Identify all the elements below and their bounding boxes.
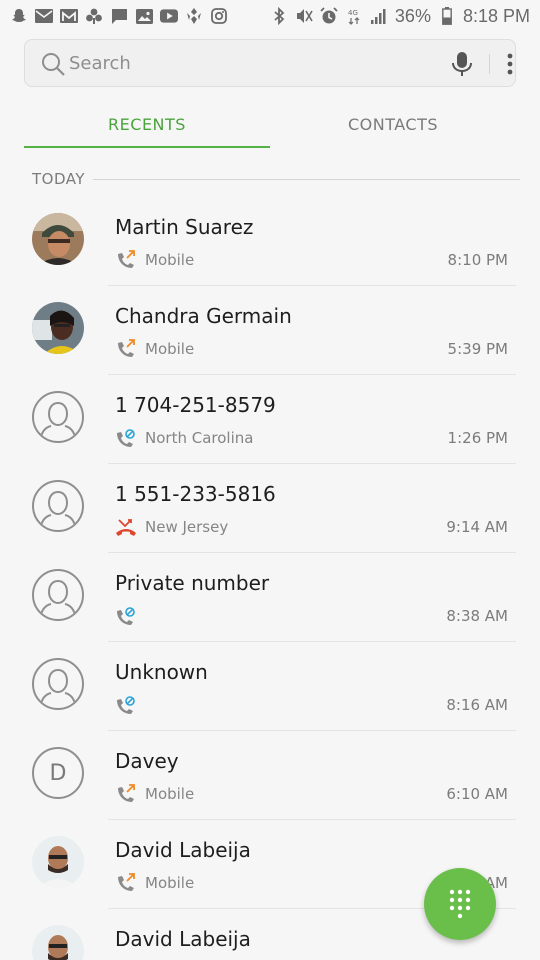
- person-placeholder-icon: [40, 490, 76, 526]
- notification-icons: [10, 7, 228, 25]
- search-bar[interactable]: [24, 39, 516, 87]
- contact-name: Davey: [115, 749, 179, 773]
- call-details: North Carolina: [115, 428, 253, 448]
- call-details: Mobile: [115, 250, 194, 270]
- app-icon: [85, 7, 103, 25]
- number-label: New Jersey: [145, 518, 229, 536]
- blocked-call-icon: [115, 606, 137, 626]
- outgoing-call-icon: [115, 873, 137, 893]
- bluetooth-icon: [270, 7, 288, 25]
- tab-recents[interactable]: RECENTS: [24, 100, 270, 148]
- call-time: 9:14 AM: [446, 518, 508, 536]
- section-divider: [93, 178, 520, 180]
- contact-name: Chandra Germain: [115, 304, 292, 328]
- outgoing-call-icon: [115, 339, 137, 359]
- call-details: Mobile: [115, 873, 194, 893]
- call-log-row[interactable]: Unknown 8:16 AM: [0, 642, 540, 731]
- call-details: New Jersey: [115, 517, 228, 537]
- missed-call-icon: [115, 517, 137, 537]
- search-divider: [489, 54, 490, 74]
- contact-name: David Labeija: [115, 838, 251, 862]
- call-details: Mobile: [115, 784, 194, 804]
- call-log-row[interactable]: Private number 8:38 AM: [0, 553, 540, 642]
- number-label: Mobile: [145, 340, 195, 358]
- call-time: 8:38 AM: [446, 607, 508, 625]
- battery-icon: [438, 7, 456, 25]
- call-time: 1:26 PM: [447, 429, 508, 447]
- contact-name: David Labeija: [115, 927, 251, 951]
- number-label: North Carolina: [145, 429, 254, 447]
- battery-percent: 36%: [394, 5, 431, 26]
- call-details: [115, 606, 145, 626]
- section-header-today: TODAY: [32, 168, 520, 190]
- call-details: Mobile: [115, 339, 194, 359]
- avatar: [32, 302, 84, 354]
- contact-name: 1 551-233-5816: [115, 482, 276, 506]
- email-icon: [35, 7, 53, 25]
- call-log-row[interactable]: 1 551-233-5816 New Jersey 9:14 AM: [0, 464, 540, 553]
- 4g-icon: 4G: [345, 7, 363, 25]
- tab-bar: RECENTS CONTACTS: [24, 100, 516, 148]
- dialpad-icon: [449, 889, 471, 919]
- number-label: Mobile: [145, 874, 195, 892]
- outgoing-call-icon: [115, 250, 137, 270]
- microphone-icon[interactable]: [450, 51, 474, 81]
- more-options-icon[interactable]: [505, 52, 515, 80]
- signal-icon: [370, 7, 388, 25]
- status-bar: 4G 36% 8:18 PM: [0, 0, 540, 32]
- call-time: 5:39 PM: [447, 340, 508, 358]
- call-log-row[interactable]: 1 704-251-8579 North Carolina 1:26 PM: [0, 375, 540, 464]
- person-placeholder-icon: [40, 579, 76, 615]
- contact-name: 1 704-251-8579: [115, 393, 276, 417]
- clock: 8:18 PM: [462, 5, 530, 26]
- alarm-icon: [320, 7, 338, 25]
- call-time: 8:10 PM: [447, 251, 508, 269]
- leaf-icon: [185, 7, 203, 25]
- avatar: [32, 569, 84, 621]
- instagram-icon: [210, 7, 228, 25]
- contact-name: Martin Suarez: [115, 215, 254, 239]
- snapchat-icon: [10, 7, 28, 25]
- svg-text:4G: 4G: [348, 9, 358, 17]
- avatar: [32, 925, 84, 960]
- message-icon: [110, 7, 128, 25]
- call-log-row[interactable]: Chandra Germain Mobile 5:39 PM: [0, 286, 540, 375]
- call-log-row[interactable]: D Davey Mobile 6:10 AM: [0, 731, 540, 820]
- person-placeholder-icon: [40, 668, 76, 704]
- contact-name: Unknown: [115, 660, 208, 684]
- call-time: 8:16 AM: [446, 696, 508, 714]
- blocked-call-icon: [115, 428, 137, 448]
- call-time: 6:10 AM: [446, 785, 508, 803]
- search-input[interactable]: [69, 40, 429, 86]
- avatar: [32, 658, 84, 710]
- avatar: [32, 480, 84, 532]
- avatar: [32, 391, 84, 443]
- mute-icon: [295, 7, 313, 25]
- youtube-icon: [160, 7, 178, 25]
- search-icon: [40, 51, 66, 81]
- avatar: [32, 213, 84, 265]
- call-log-row[interactable]: Martin Suarez Mobile 8:10 PM: [0, 197, 540, 286]
- avatar: D: [32, 747, 84, 799]
- tab-contacts[interactable]: CONTACTS: [270, 100, 516, 148]
- number-label: Mobile: [145, 785, 195, 803]
- outgoing-call-icon: [115, 784, 137, 804]
- gmail-icon: [60, 7, 78, 25]
- number-label: Mobile: [145, 251, 195, 269]
- section-label: TODAY: [32, 170, 86, 188]
- gallery-icon: [135, 7, 153, 25]
- blocked-call-icon: [115, 695, 137, 715]
- dialpad-button[interactable]: [424, 868, 496, 940]
- avatar: [32, 836, 84, 888]
- system-icons: 4G 36% 8:18 PM: [270, 6, 530, 27]
- person-placeholder-icon: [40, 401, 76, 437]
- call-details: [115, 695, 145, 715]
- contact-name: Private number: [115, 571, 270, 595]
